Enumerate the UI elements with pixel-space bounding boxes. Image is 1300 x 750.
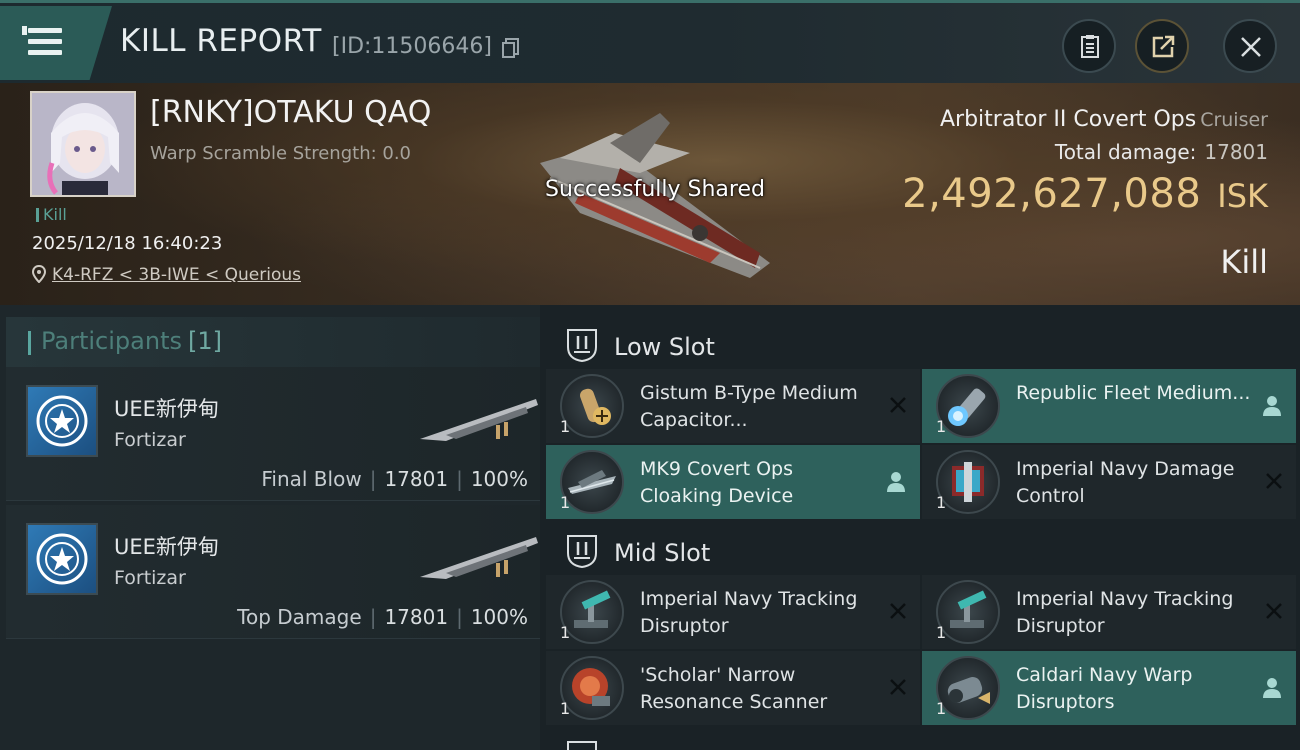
participant-row[interactable]: UEE新伊甸 Fortizar Final Blow | 17801 | 100% [6,367,540,501]
module-item[interactable]: 1 'Scholar' Narrow Resonance Scanner [546,651,920,725]
module-item[interactable]: 1 Imperial Navy Tracking Disruptor [546,575,920,649]
module-item[interactable]: 1 Republic Fleet Medium... [922,369,1296,443]
destroyed-x-icon [890,397,906,413]
module-quantity: 1 [936,493,947,512]
participant-name: UEE新伊甸 [114,397,219,421]
kill-location[interactable]: K4-RFZ < 3B-IWE < Querious [32,265,301,285]
participant-ship: Fortizar [114,429,186,451]
corp-logo [26,385,98,457]
ship-name: Arbitrator II Covert Ops [939,107,1197,132]
participant-ship: Fortizar [114,567,186,589]
mid-slot-icon [567,535,597,569]
page-title: KILL REPORT [120,23,322,59]
report-id: [ID:11506646] [332,34,492,59]
location-pin-icon [32,265,46,283]
copy-icon[interactable] [502,38,520,58]
module-item[interactable]: 1 Gistum B-Type Medium Capacitor... [546,369,920,443]
close-icon [1241,37,1261,57]
isk-unit: ISK [1217,177,1268,215]
module-name: MK9 Covert Ops Cloaking Device [640,458,794,507]
isk-value: 2,492,627,088 ISK [902,171,1268,217]
participant-percent: 100% [470,467,528,491]
module-quantity: 1 [936,417,947,436]
clipboard-button[interactable] [1062,19,1116,73]
participant-name: UEE新伊甸 [114,535,219,559]
low-slot-icon [567,329,597,363]
warp-scramble-strength: Warp Scramble Strength: 0.0 [150,143,412,164]
participant-stats: Final Blow | 17801 | 100% [261,467,528,491]
participant-damage: 17801 [384,467,449,491]
participant-percent: 100% [470,605,528,629]
module-name: Imperial Navy Tracking Disruptor [640,588,858,637]
shared-toast: Successfully Shared [545,177,765,202]
pilot-avatar[interactable] [30,91,136,197]
module-item[interactable]: 1 Imperial Navy Damage Control [922,445,1296,519]
mid-slot-header: Mid Slot [546,519,1300,579]
module-name: Gistum B-Type Medium Capacitor... [640,382,858,431]
participant-role: Final Blow [261,467,362,491]
result-label: Kill [1220,243,1268,281]
close-button[interactable] [1223,19,1277,73]
destroyed-x-icon [890,603,906,619]
mid-slot-title: Mid Slot [614,539,711,567]
destroyed-x-icon [1266,473,1282,489]
participants-header: Participants [1] [6,317,540,367]
ship-class: Cruiser [1200,109,1268,131]
pilot-name[interactable]: [RNKY]OTAKU QAQ [150,95,431,130]
kill-datetime: 2025/12/18 16:40:23 [32,233,223,254]
module-quantity: 1 [560,699,571,718]
share-icon [1152,35,1175,58]
menu-button[interactable] [0,6,112,80]
module-name: 'Scholar' Narrow Resonance Scanner [640,664,828,713]
kill-banner: [RNKY]OTAKU QAQ Warp Scramble Strength: … [0,83,1300,305]
module-item[interactable]: 1 MK9 Covert Ops Cloaking Device [546,445,920,519]
module-name: Imperial Navy Damage Control [1016,458,1235,507]
participants-count: [1] [187,327,222,355]
corp-emblem-icon [36,395,88,447]
low-slot-title: Low Slot [614,333,715,361]
victim-ship[interactable]: Arbitrator II Covert Ops Cruiser [940,107,1268,132]
destroyed-x-icon [1266,603,1282,619]
module-quantity: 1 [560,623,571,642]
total-damage-value: 17801 [1204,140,1268,164]
header-bar: KILL REPORT [ID:11506646] [0,0,1300,83]
dropped-user-icon [1263,678,1281,698]
module-quantity: 1 [560,417,571,436]
location-link[interactable]: K4-RFZ < 3B-IWE < Querious [52,265,301,285]
module-quantity: 1 [936,623,947,642]
participant-ship-image [420,399,538,441]
isk-amount: 2,492,627,088 [902,171,1202,217]
share-button[interactable] [1135,19,1189,73]
clipboard-icon [1081,35,1099,58]
dropped-user-icon [1263,396,1281,416]
module-quantity: 1 [560,493,571,512]
fitting-panel: Low Slot 1 Gistum B-Type Medium Capacito… [540,305,1300,750]
dropped-user-icon [887,472,905,492]
participants-panel: Participants [1] UEE新伊甸 Fortizar Final Bl… [0,305,540,750]
participant-stats: Top Damage | 17801 | 100% [237,605,528,629]
total-damage-label: Total damage: [1054,140,1197,164]
next-slot-header [546,725,1300,750]
participants-title: Participants [41,327,182,355]
corp-emblem-icon [36,533,88,585]
module-name: Imperial Navy Tracking Disruptor [1016,588,1234,637]
participant-damage: 17801 [384,605,449,629]
module-quantity: 1 [936,699,947,718]
slot-icon [567,741,597,750]
low-slot-header: Low Slot [546,313,1300,373]
total-damage: Total damage: 17801 [1055,140,1268,164]
module-name: Caldari Navy Warp Disruptors [1016,664,1193,713]
module-name: Republic Fleet Medium... [1016,382,1251,404]
participant-ship-image [420,537,538,579]
module-item[interactable]: 1 Imperial Navy Tracking Disruptor [922,575,1296,649]
kill-tag: Kill [36,205,67,224]
participant-row[interactable]: UEE新伊甸 Fortizar Top Damage | 17801 | 100% [6,505,540,639]
participant-role: Top Damage [237,605,362,629]
corp-logo [26,523,98,595]
pilot-portrait [32,93,134,195]
module-item[interactable]: 1 Caldari Navy Warp Disruptors [922,651,1296,725]
kill-tag-label: Kill [43,205,67,224]
destroyed-x-icon [890,679,906,695]
menu-icon [22,26,27,35]
